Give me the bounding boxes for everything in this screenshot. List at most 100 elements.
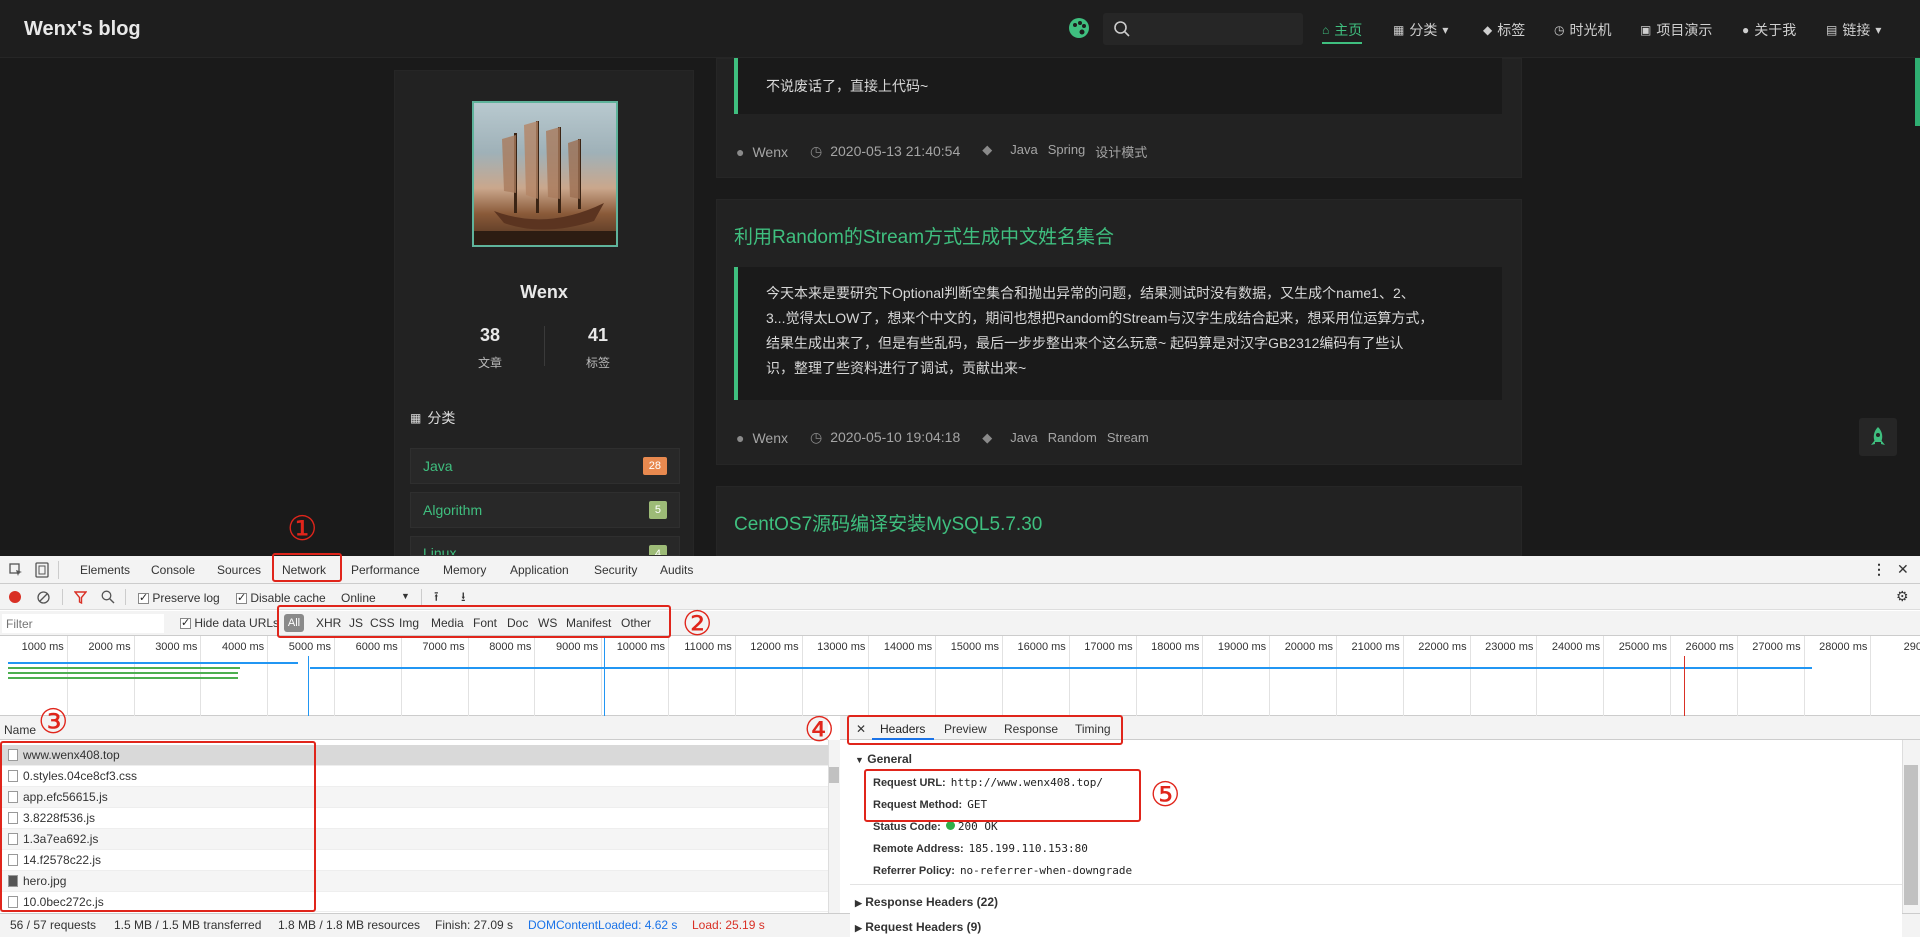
close-devtools-icon[interactable]: ✕	[1897, 561, 1909, 578]
disable-cache-checkbox[interactable]: Disable cache	[236, 591, 326, 605]
triangle-right-icon: ▶	[855, 923, 862, 933]
timeline-tick-label: 6000 ms	[355, 641, 398, 653]
clear-icon[interactable]	[37, 591, 50, 604]
search-input[interactable]	[1103, 13, 1303, 45]
palette-icon[interactable]	[1068, 17, 1090, 39]
checkbox[interactable]	[138, 591, 149, 605]
record-icon[interactable]	[9, 591, 21, 603]
throttle-select[interactable]: Online ▼	[341, 591, 411, 605]
nav-categories[interactable]: ▦ 分类 ▾	[1393, 20, 1448, 40]
timeline-gridline	[1336, 636, 1337, 716]
triangle-right-icon: ▶	[855, 898, 862, 908]
stat-divider	[544, 326, 545, 366]
dom-content-loaded-marker	[308, 656, 309, 716]
timeline-tick-label: 24000 ms	[1551, 641, 1601, 653]
post-meta: ● Wenx ◷ 2020-05-13 21:40:54 ◆ Java Spring 设计…	[736, 142, 1148, 160]
timeline-gridline	[868, 636, 870, 716]
timeline-tick-label: 27000 ms	[1752, 641, 1801, 653]
preserve-log-checkbox[interactable]: Preserve log	[138, 591, 220, 605]
timeline-tick-label: 21000 ms	[1351, 641, 1400, 653]
clock-icon: ◷	[1554, 23, 1565, 37]
annotation-number-2: ②	[682, 604, 713, 644]
post-excerpt: 今天本来是要研究下Optional判断空集合和抛出异常的问题，结果测试时没有数据…	[734, 267, 1502, 400]
timeline-bar	[8, 662, 298, 664]
timeline-tick-label: 4000 ms	[221, 641, 265, 653]
annotation-number-5: ⑤	[1150, 775, 1181, 815]
page-scroll-indicator	[1915, 58, 1920, 126]
timeline-gridline	[1803, 636, 1805, 716]
timeline-tick-label: 10000 ms	[616, 641, 665, 653]
request-list-scrollbar[interactable]	[828, 740, 840, 913]
blog-logo[interactable]: Wenx's blog	[24, 18, 141, 41]
category-item-java[interactable]: Java 28	[410, 448, 680, 484]
tag-icon: ◆	[982, 142, 993, 157]
tab-console[interactable]: Console	[151, 563, 195, 577]
category-item-linux[interactable]: Linux 4	[410, 536, 680, 556]
section-request-headers[interactable]: ▶ Request Headers (9)	[855, 920, 981, 934]
annotation-number-4: ④	[804, 710, 835, 750]
timeline-gridline	[668, 636, 669, 716]
column-name[interactable]: Name	[4, 723, 36, 737]
nav-home[interactable]: ⌂ 主页	[1322, 20, 1363, 44]
nav-links[interactable]: ▤ 链接 ▾	[1826, 20, 1881, 40]
back-to-top-button[interactable]	[1859, 418, 1897, 456]
timeline-tick-label: 22000 ms	[1418, 641, 1467, 653]
search-icon[interactable]	[101, 590, 115, 604]
timeline-gridline	[200, 636, 202, 716]
nav-timeline[interactable]: ◷ 时光机	[1554, 20, 1611, 40]
post-title[interactable]: CentOS7源码编译安装MySQL5.7.30	[734, 509, 1042, 536]
status-finish: Finish: 27.09 s	[435, 918, 514, 932]
nav-about[interactable]: ● 关于我	[1742, 20, 1796, 40]
timeline-gridline	[534, 636, 536, 716]
filter-input[interactable]	[2, 614, 164, 633]
timeline-gridline	[601, 636, 603, 716]
checkbox[interactable]	[180, 616, 191, 630]
more-menu-icon[interactable]: ⋮	[1872, 561, 1886, 578]
toolbar-divider	[125, 589, 126, 605]
timeline-tick-label: 17000 ms	[1084, 641, 1133, 653]
section-general[interactable]: ▼ General	[855, 752, 912, 766]
timeline-marker	[604, 636, 605, 716]
nav-tags[interactable]: ◆ 标签	[1483, 20, 1525, 40]
tag-icon: ◆	[1483, 23, 1493, 37]
category-item-algorithm[interactable]: Algorithm 5	[410, 492, 680, 528]
timeline-tick-label: 26000 ms	[1685, 641, 1734, 653]
header-referrer-policy: Referrer Policy: no-referrer-when-downgra…	[873, 864, 1133, 877]
grid-icon: ▦	[1393, 23, 1405, 37]
request-list-header	[0, 716, 828, 740]
user-icon: ●	[736, 429, 745, 446]
scrollbar-thumb[interactable]	[1904, 765, 1918, 905]
timeline-gridline	[1536, 636, 1538, 716]
timeline-gridline	[1736, 636, 1738, 716]
checkbox[interactable]	[236, 591, 247, 605]
post-title[interactable]: 利用Random的Stream方式生成中文姓名集合	[734, 222, 1114, 249]
hide-data-urls-checkbox[interactable]: Hide data URLs	[180, 616, 279, 630]
stat-articles[interactable]: 38 文章	[450, 325, 530, 371]
timeline-tick-label: 19000 ms	[1217, 641, 1267, 653]
inspect-icon[interactable]	[9, 563, 23, 577]
tab-performance[interactable]: Performance	[351, 563, 420, 577]
status-transferred: 1.5 MB / 1.5 MB transferred	[114, 918, 262, 932]
tab-memory[interactable]: Memory	[443, 563, 486, 577]
timeline-gridline	[1870, 636, 1872, 716]
stat-tags[interactable]: 41 标签	[558, 325, 638, 371]
timeline-gridline	[400, 636, 402, 716]
timeline-tick-label: 16000 ms	[1017, 641, 1066, 653]
tab-sources[interactable]: Sources	[217, 563, 261, 577]
nav-projects[interactable]: ▣ 项目演示	[1640, 20, 1712, 40]
timeline-tick-label: 20000 ms	[1284, 641, 1333, 653]
user-icon: ●	[736, 143, 745, 160]
tab-audits[interactable]: Audits	[660, 563, 693, 577]
toolbar-divider	[58, 561, 59, 579]
filter-icon[interactable]	[74, 591, 87, 604]
annotation-number-1: ①	[287, 509, 318, 549]
scrollbar-thumb[interactable]	[829, 767, 839, 783]
post-meta: ● Wenx ◷ 2020-05-10 19:04:18 ◆ Java Random St…	[736, 429, 1149, 446]
device-toolbar-icon[interactable]	[35, 562, 49, 578]
tab-elements[interactable]: Elements	[80, 563, 130, 577]
tab-security[interactable]: Security	[594, 563, 637, 577]
status-dom-content-loaded: DOMContentLoaded: 4.62 s	[528, 918, 678, 932]
tab-application[interactable]: Application	[510, 563, 569, 577]
gear-icon[interactable]: ⚙	[1896, 588, 1909, 605]
section-response-headers[interactable]: ▶ Response Headers (22)	[855, 895, 998, 909]
